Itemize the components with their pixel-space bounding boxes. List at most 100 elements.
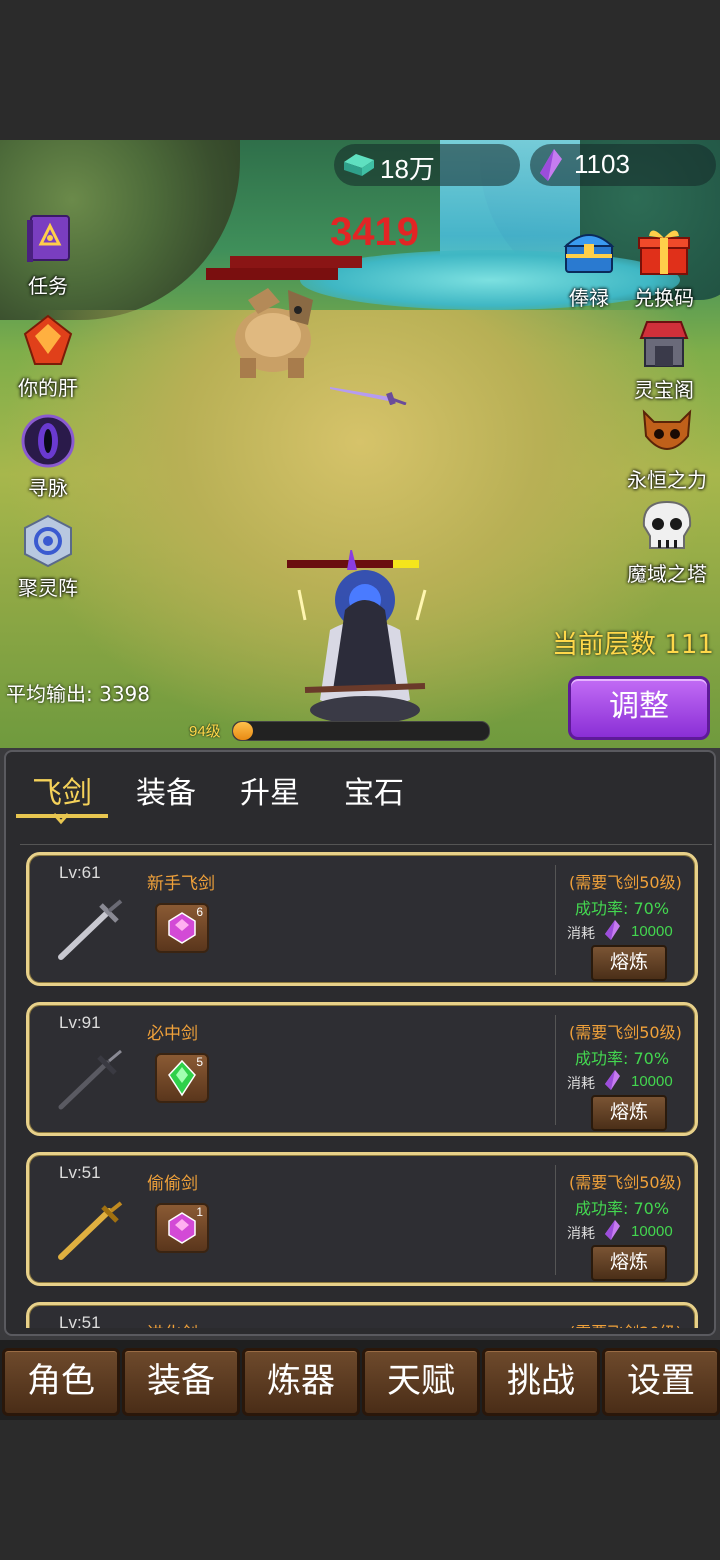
menu-eternal-power-label: 永恒之力 bbox=[627, 468, 707, 492]
sword-requirement: (需要飞剑50级) bbox=[569, 1023, 682, 1042]
card-divider bbox=[555, 1015, 556, 1125]
exp-bar bbox=[232, 721, 490, 741]
average-output-label: 平均输出: bbox=[6, 682, 93, 706]
sword-name: 进化剑 bbox=[147, 1319, 198, 1328]
sword-level: Lv:51 bbox=[59, 1313, 101, 1328]
menu-redeem-code[interactable]: 兑换码 bbox=[614, 224, 714, 311]
cost-value: 10000 bbox=[631, 1073, 673, 1090]
sword-requirement: (需要飞剑50级) bbox=[569, 1173, 682, 1192]
quest-book-icon bbox=[27, 215, 70, 262]
menu-treasure-shop-label: 灵宝阁 bbox=[634, 378, 694, 402]
sword-level: Lv:61 bbox=[59, 863, 101, 882]
gem-count: 6 bbox=[196, 905, 203, 919]
nav-settings-button[interactable]: 设置 bbox=[602, 1348, 720, 1416]
current-floor-label: 当前层数 bbox=[552, 630, 657, 660]
sword-card: Lv:51 偷偷剑 1 (需要飞剑50级) 成功率: 70% 消耗 10000 … bbox=[26, 1152, 698, 1286]
tab-star-up[interactable]: 升星 bbox=[240, 768, 300, 812]
success-rate: 成功率: 70% bbox=[575, 1049, 670, 1068]
panel-frame: 飞剑 装备 升星 宝石 Lv:61 新手飞剑 6 (需要飞剑50级) 成功率: … bbox=[4, 750, 716, 1336]
crystal-icon bbox=[605, 920, 620, 940]
tab-gem[interactable]: 宝石 bbox=[344, 768, 404, 812]
nav-character-button[interactable]: 角色 bbox=[2, 1348, 120, 1416]
adjust-button[interactable]: 调整 bbox=[568, 676, 710, 740]
enemy-health-bar-back bbox=[230, 256, 362, 268]
gem-count: 5 bbox=[196, 1055, 203, 1069]
sword-list[interactable]: Lv:61 新手飞剑 6 (需要飞剑50级) 成功率: 70% 消耗 10000… bbox=[6, 852, 714, 1328]
jade-resource-pill: 18万 bbox=[334, 144, 520, 186]
card-divider bbox=[555, 1165, 556, 1275]
average-output: 平均输出: 3398 bbox=[6, 678, 150, 707]
spirit-rune-icon bbox=[24, 514, 72, 568]
sword-name: 必中剑 bbox=[147, 1024, 198, 1044]
nav-talent-button[interactable]: 天赋 bbox=[362, 1348, 480, 1416]
tab-equipment[interactable]: 装备 bbox=[136, 768, 196, 812]
menu-quest[interactable]: 任务 bbox=[0, 212, 98, 299]
nav-forge-button[interactable]: 炼器 bbox=[242, 1348, 360, 1416]
cost-label: 消耗 bbox=[567, 1076, 595, 1092]
liver-crystal-icon bbox=[23, 314, 73, 365]
menu-quest-label: 任务 bbox=[28, 274, 68, 298]
bottom-nav: 角色 装备 炼器 天赋 挑战 设置 bbox=[0, 1340, 720, 1420]
nav-challenge-button[interactable]: 挑战 bbox=[482, 1348, 600, 1416]
cost-label: 消耗 bbox=[567, 1226, 595, 1242]
menu-redeem-code-label: 兑换码 bbox=[634, 286, 694, 310]
current-floor-value: 111 bbox=[664, 630, 714, 660]
card-divider bbox=[555, 865, 556, 975]
average-output-value: 3398 bbox=[99, 682, 151, 706]
cost-value: 10000 bbox=[631, 923, 673, 940]
gem-count: 1 bbox=[196, 1205, 203, 1219]
menu-liver-label: 你的肝 bbox=[18, 376, 78, 400]
treasure-chest-icon bbox=[563, 234, 615, 273]
gem-slot[interactable]: 6 bbox=[155, 903, 209, 953]
menu-eternal-power[interactable]: 永恒之力 bbox=[617, 406, 717, 493]
smelt-button[interactable]: 熔炼 bbox=[591, 945, 667, 981]
golem-monster[interactable] bbox=[218, 280, 328, 380]
tab-flying-sword[interactable]: 飞剑 bbox=[32, 768, 92, 812]
menu-liver[interactable]: 你的肝 bbox=[0, 314, 98, 401]
sword-level: Lv:91 bbox=[59, 1013, 101, 1032]
sword-icon bbox=[58, 899, 123, 960]
menu-spirit-array[interactable]: 聚灵阵 bbox=[0, 514, 98, 601]
crystal-amount: 1103 bbox=[574, 149, 630, 179]
sword-card: Lv:91 必中剑 5 (需要飞剑50级) 成功率: 70% 消耗 10000 … bbox=[26, 1002, 698, 1136]
demon-skull-icon bbox=[642, 409, 692, 450]
sword-icon bbox=[58, 1049, 122, 1110]
battle-scene: 18万 1103 3419 任务 你的肝 寻脉 聚灵阵 俸禄 兑换码 灵宝阁 永… bbox=[0, 140, 720, 748]
sword-card: Lv:51 进化剑 (需要飞剑20级) bbox=[26, 1302, 698, 1328]
jade-amount: 18万 bbox=[380, 154, 435, 184]
sword-requirement: (需要飞剑50级) bbox=[569, 873, 682, 892]
sword-icon bbox=[58, 1201, 123, 1260]
status-bar-area bbox=[0, 0, 720, 140]
skull-icon bbox=[642, 500, 692, 549]
flying-sword bbox=[330, 387, 407, 405]
crystal-icon bbox=[605, 1220, 620, 1240]
smelt-button[interactable]: 熔炼 bbox=[591, 1095, 667, 1131]
menu-seek-vein[interactable]: 寻脉 bbox=[0, 414, 98, 501]
chevron-down-icon bbox=[52, 813, 70, 825]
system-nav-area bbox=[0, 1420, 720, 1560]
exp-bar-fill bbox=[233, 722, 254, 740]
jade-icon bbox=[344, 154, 374, 176]
smelt-button[interactable]: 熔炼 bbox=[591, 1245, 667, 1281]
player-level: 94级 bbox=[189, 723, 221, 740]
menu-demon-tower[interactable]: 魔域之塔 bbox=[617, 500, 717, 587]
flying-sword-panel: 飞剑 装备 升星 宝石 Lv:61 新手飞剑 6 (需要飞剑50级) 成功率: … bbox=[0, 748, 720, 1340]
sword-level: Lv:51 bbox=[59, 1163, 101, 1182]
player-cultivator bbox=[297, 550, 427, 724]
crystal-icon bbox=[540, 149, 562, 181]
eye-orb-icon bbox=[21, 414, 75, 468]
menu-spirit-array-label: 聚灵阵 bbox=[18, 576, 78, 600]
menu-seek-vein-label: 寻脉 bbox=[28, 476, 68, 500]
sword-name: 新手飞剑 bbox=[147, 874, 215, 894]
crystal-icon bbox=[605, 1070, 620, 1090]
shop-icon bbox=[639, 321, 689, 367]
sword-card: Lv:61 新手飞剑 6 (需要飞剑50级) 成功率: 70% 消耗 10000… bbox=[26, 852, 698, 986]
gift-box-icon bbox=[638, 230, 690, 275]
gem-slot[interactable]: 5 bbox=[155, 1053, 209, 1103]
menu-treasure-shop[interactable]: 灵宝阁 bbox=[614, 316, 714, 403]
gem-slot[interactable]: 1 bbox=[155, 1203, 209, 1253]
menu-demon-tower-label: 魔域之塔 bbox=[627, 562, 707, 586]
nav-equipment-button[interactable]: 装备 bbox=[122, 1348, 240, 1416]
tab-divider bbox=[20, 844, 712, 845]
damage-number: 3419 bbox=[330, 210, 419, 254]
